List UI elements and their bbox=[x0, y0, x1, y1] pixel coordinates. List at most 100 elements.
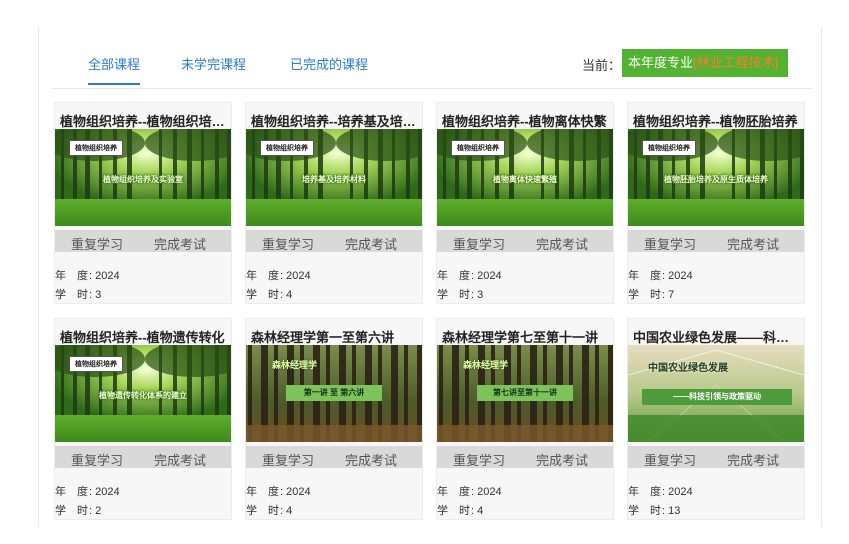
thumb-tag: 森林经理学 bbox=[463, 360, 509, 370]
meta-label: 学 bbox=[246, 289, 257, 301]
meta-label: 年 bbox=[628, 486, 639, 498]
meta-label: 年 bbox=[55, 270, 66, 282]
meta-label: 度 bbox=[459, 270, 470, 282]
course-hours: 学时: 4 bbox=[437, 502, 483, 518]
course-year: 年度: 2024 bbox=[246, 267, 311, 283]
course-hours: 学时: 13 bbox=[628, 502, 680, 518]
thumb-tag: 植物组织培养 bbox=[642, 140, 696, 156]
repeat-study-button[interactable]: 重复学习 bbox=[71, 234, 123, 253]
take-exam-button[interactable]: 完成考试 bbox=[345, 234, 397, 253]
meta-label: 度 bbox=[77, 270, 88, 282]
take-exam-button[interactable]: 完成考试 bbox=[536, 234, 588, 253]
course-actions: 重复学习 完成考试 bbox=[437, 446, 613, 468]
course-title[interactable]: 植物组织培养--植物组织培养及实验室 bbox=[60, 111, 228, 130]
meta-label: 学 bbox=[55, 505, 66, 517]
year-value: 2024 bbox=[286, 270, 311, 282]
take-exam-button[interactable]: 完成考试 bbox=[154, 450, 206, 469]
course-card: 中国农业绿色发展——科技引领与政策驱动中国农业绿色发展——科技引领与政策驱动重复… bbox=[627, 318, 805, 520]
take-exam-button[interactable]: 完成考试 bbox=[727, 450, 779, 469]
current-major-badge: 本年度专业[林业工程技术] bbox=[622, 49, 788, 77]
year-value: 2024 bbox=[477, 270, 502, 282]
meta-label: 年 bbox=[628, 270, 639, 282]
course-thumbnail[interactable]: 植物组织培养植物胚胎培养及原生质体培养 bbox=[628, 129, 804, 226]
year-value: 2024 bbox=[95, 486, 120, 498]
tab-completed-courses[interactable]: 已完成的课程 bbox=[290, 54, 368, 83]
thumb-caption: 植物组织培养及实验室 bbox=[103, 175, 183, 184]
thumb-tag: 中国农业绿色发展 bbox=[648, 363, 728, 374]
meta-label: 学 bbox=[437, 289, 448, 301]
meta-label: 年 bbox=[246, 486, 257, 498]
year-value: 2024 bbox=[286, 486, 311, 498]
course-title[interactable]: 植物组织培养--培养基及培养材料 bbox=[251, 111, 419, 130]
hours-value: 13 bbox=[668, 505, 681, 517]
course-year: 年度: 2024 bbox=[628, 483, 693, 499]
current-label: 当前： bbox=[582, 58, 622, 73]
course-thumbnail[interactable]: 中国农业绿色发展 ——科技引领与政策驱动 bbox=[628, 345, 804, 442]
course-year: 年度: 2024 bbox=[437, 483, 502, 499]
repeat-study-button[interactable]: 重复学习 bbox=[453, 450, 505, 469]
thumb-tag: 植物组织培养 bbox=[260, 140, 314, 156]
repeat-study-button[interactable]: 重复学习 bbox=[644, 450, 696, 469]
take-exam-button[interactable]: 完成考试 bbox=[345, 450, 397, 469]
year-value: 2024 bbox=[668, 270, 693, 282]
tab-unfinished-courses[interactable]: 未学完课程 bbox=[181, 54, 246, 83]
meta-label: 时 bbox=[268, 289, 279, 301]
take-exam-button[interactable]: 完成考试 bbox=[536, 450, 588, 469]
course-thumbnail[interactable]: 森林经理学 第一讲 至 第六讲 bbox=[246, 345, 422, 442]
meta-label: 学 bbox=[437, 505, 448, 517]
course-thumbnail[interactable]: 植物组织培养培养基及培养材料 bbox=[246, 129, 422, 226]
repeat-study-button[interactable]: 重复学习 bbox=[644, 234, 696, 253]
course-title[interactable]: 中国农业绿色发展——科技引领与政策驱动 bbox=[633, 327, 801, 346]
course-year: 年度: 2024 bbox=[246, 483, 311, 499]
thumb-caption: 培养基及培养材料 bbox=[302, 175, 366, 184]
course-actions: 重复学习 完成考试 bbox=[437, 230, 613, 252]
course-actions: 重复学习 完成考试 bbox=[55, 230, 231, 252]
take-exam-button[interactable]: 完成考试 bbox=[727, 234, 779, 253]
meta-label: 度 bbox=[268, 486, 279, 498]
meta-label: 年 bbox=[55, 486, 66, 498]
thumb-caption: 植物胚胎培养及原生质体培养 bbox=[664, 175, 768, 184]
current-major: [林业工程技术] bbox=[693, 55, 779, 70]
repeat-study-button[interactable]: 重复学习 bbox=[262, 450, 314, 469]
repeat-study-button[interactable]: 重复学习 bbox=[262, 234, 314, 253]
course-hours: 学时: 3 bbox=[55, 286, 101, 302]
course-title[interactable]: 森林经理学第七至第十一讲 bbox=[442, 327, 610, 346]
meta-label: 度 bbox=[650, 270, 661, 282]
meta-label: 学 bbox=[628, 289, 639, 301]
course-title[interactable]: 森林经理学第一至第六讲 bbox=[251, 327, 419, 346]
course-card: 植物组织培养--培养基及培养材料植物组织培养培养基及培养材料重复学习 完成考试年度… bbox=[245, 102, 423, 304]
course-year: 年度: 2024 bbox=[628, 267, 693, 283]
hours-value: 3 bbox=[95, 289, 102, 301]
hours-value: 2 bbox=[95, 505, 102, 517]
meta-label: 时 bbox=[650, 505, 661, 517]
course-hours: 学时: 4 bbox=[246, 286, 292, 302]
hours-value: 4 bbox=[477, 505, 484, 517]
course-thumbnail[interactable]: 植物组织培养植物组织培养及实验室 bbox=[55, 129, 231, 226]
meta-label: 时 bbox=[650, 289, 661, 301]
course-thumbnail[interactable]: 植物组织培养 植物离体快速繁殖 bbox=[437, 129, 613, 226]
course-thumbnail[interactable]: 植物组织培养 植物遗传转化体系的建立 bbox=[55, 345, 231, 442]
repeat-study-button[interactable]: 重复学习 bbox=[453, 234, 505, 253]
course-year: 年度: 2024 bbox=[55, 267, 120, 283]
course-title[interactable]: 植物组织培养--植物胚胎培养 bbox=[633, 111, 801, 130]
repeat-study-button[interactable]: 重复学习 bbox=[71, 450, 123, 469]
year-value: 2024 bbox=[95, 270, 120, 282]
meta-label: 年 bbox=[437, 486, 448, 498]
tab-all-courses[interactable]: 全部课程 bbox=[88, 54, 141, 85]
meta-label: 度 bbox=[650, 486, 661, 498]
meta-label: 学 bbox=[628, 505, 639, 517]
meta-label: 度 bbox=[77, 486, 88, 498]
thumb-tag: 植物组织培养 bbox=[69, 140, 123, 156]
course-hours: 学时: 3 bbox=[437, 286, 483, 302]
thumb-caption: 第七讲至第十一讲 bbox=[477, 385, 573, 401]
take-exam-button[interactable]: 完成考试 bbox=[154, 234, 206, 253]
course-thumbnail[interactable]: 森林经理学第七讲至第十一讲 bbox=[437, 345, 613, 442]
meta-label: 时 bbox=[77, 289, 88, 301]
course-title[interactable]: 植物组织培养--植物离体快繁 bbox=[442, 111, 610, 130]
course-year: 年度: 2024 bbox=[437, 267, 502, 283]
course-card: 植物组织培养--植物离体快繁 植物组织培养 植物离体快速繁殖重复学习 完成考试年度: … bbox=[436, 102, 614, 304]
course-card: 植物组织培养--植物组织培养及实验室植物组织培养植物组织培养及实验室重复学习 完成… bbox=[54, 102, 232, 304]
course-title[interactable]: 植物组织培养--植物遗传转化 bbox=[60, 327, 228, 346]
meta-label: 年 bbox=[437, 270, 448, 282]
thumb-caption: 植物离体快速繁殖 bbox=[493, 175, 557, 184]
